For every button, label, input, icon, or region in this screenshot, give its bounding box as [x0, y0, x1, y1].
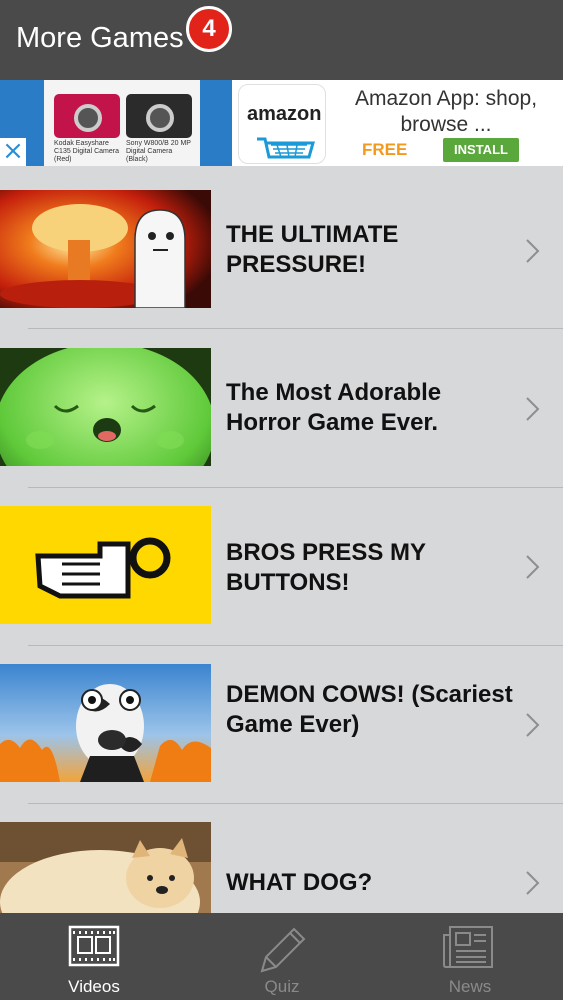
video-thumbnail	[0, 822, 211, 913]
cart-icon	[257, 137, 315, 159]
install-button[interactable]: INSTALL	[443, 138, 519, 162]
item-title: THE ULTIMATE PRESSURE!	[226, 221, 399, 278]
ad-banner[interactable]: × Kodak Easyshare C135 Digital Camera (R…	[0, 80, 563, 166]
list-item[interactable]: BROS PRESS MY BUTTONS!	[0, 482, 563, 640]
chevron-right-icon	[526, 239, 540, 263]
video-thumbnail	[0, 664, 211, 782]
item-title: DEMON COWS! (Scariest Game Ever)	[226, 681, 513, 738]
ad-product-image: Kodak Easyshare C135 Digital Camera (Red…	[44, 80, 202, 166]
chevron-right-icon	[526, 713, 540, 737]
camera-black-image	[126, 94, 192, 138]
chevron-right-icon	[526, 397, 540, 421]
ad-headline: Amazon App: shop, browse ...	[354, 87, 538, 136]
bottom-tab-bar: Videos Quiz News	[0, 913, 563, 1000]
list-item[interactable]: THE ULTIMATE PRESSURE!	[0, 166, 563, 324]
item-title: BROS PRESS MY BUTTONS!	[226, 539, 426, 596]
product-caption: Kodak Easyshare C135 Digital Camera (Red…	[54, 140, 119, 163]
list-item[interactable]: The Most Adorable Horror Game Ever.	[0, 324, 563, 482]
list-item[interactable]: DEMON COWS! (Scariest Game Ever)	[0, 640, 563, 798]
product-caption: Sony W800/B 20 MP Digital Camera (Black)	[126, 140, 191, 163]
ad-divider	[202, 80, 232, 166]
tab-label: Quiz	[264, 977, 300, 996]
newspaper-icon	[443, 926, 493, 968]
price-label: FREE	[362, 140, 408, 159]
tab-news[interactable]: News	[376, 913, 563, 1000]
item-title: WHAT DOG?	[226, 869, 373, 896]
top-header: More Games 4	[0, 0, 563, 80]
notification-badge[interactable]: 4	[186, 6, 232, 52]
chevron-right-icon	[526, 871, 540, 895]
film-strip-icon	[68, 925, 120, 967]
tab-label: News	[448, 977, 492, 996]
item-title: The Most Adorable Horror Game Ever.	[226, 379, 442, 436]
tab-videos[interactable]: Videos	[0, 913, 188, 1000]
chevron-right-icon	[526, 555, 540, 579]
video-list: THE ULTIMATE PRESSURE! The Most Adorable…	[0, 166, 563, 913]
pencil-icon	[260, 927, 306, 973]
video-thumbnail	[0, 506, 211, 624]
tab-quiz[interactable]: Quiz	[188, 913, 376, 1000]
video-thumbnail	[0, 348, 211, 466]
camera-red-image	[54, 94, 120, 138]
tab-label: Videos	[68, 977, 120, 996]
amazon-app-icon[interactable]: amazon	[238, 84, 326, 164]
video-thumbnail	[0, 190, 211, 308]
close-icon[interactable]: ×	[0, 138, 26, 166]
brand-logo-text: amazon	[247, 103, 322, 125]
page-title: More Games	[16, 22, 184, 54]
